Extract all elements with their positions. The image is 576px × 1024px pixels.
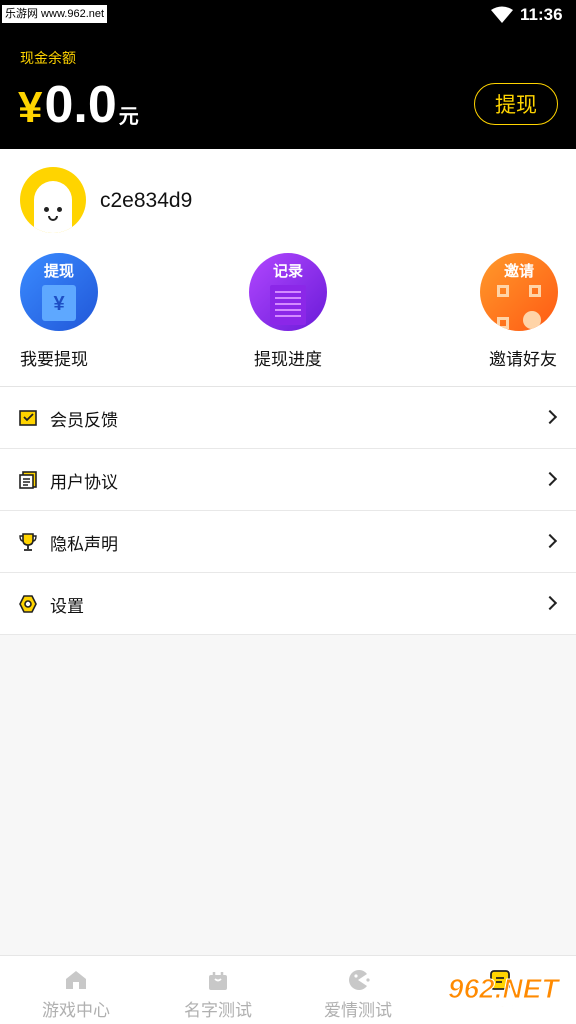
- pacman-icon: [349, 970, 370, 990]
- invite-icon: 邀请: [480, 253, 558, 331]
- clock: 11:36: [520, 5, 563, 24]
- menu-label: 用户协议: [50, 473, 118, 492]
- qr-code-icon: [497, 285, 541, 329]
- chevron-right-icon: [542, 471, 558, 487]
- bag-icon: [209, 972, 227, 990]
- wifi-icon: [491, 6, 513, 23]
- chevron-right-icon: [542, 595, 558, 611]
- action-label: 提现进度: [254, 350, 322, 369]
- withdraw-button[interactable]: 提现: [474, 83, 558, 125]
- watermark-big-text: 962.NET: [448, 973, 561, 1004]
- card-icon: ¥: [42, 285, 76, 321]
- action-badge: 提现: [43, 263, 74, 280]
- menu-item-feedback[interactable]: 会员反馈: [0, 387, 576, 449]
- withdraw-icon: 提现 ¥: [20, 253, 98, 331]
- action-badge: 记录: [272, 263, 303, 280]
- menu-label: 隐私声明: [50, 535, 118, 554]
- action-badge: 邀请: [503, 263, 534, 280]
- profile-panel: c2e834d9 提现 ¥ 我要提现 记录 提现进度 邀请 邀请好友: [0, 149, 576, 386]
- action-label: 邀请好友: [489, 350, 557, 369]
- tab-name-test[interactable]: 名字测试: [146, 956, 290, 1024]
- home-icon: [66, 971, 86, 989]
- feedback-icon: [19, 410, 37, 426]
- menu-item-agreement[interactable]: 用户协议: [0, 449, 576, 511]
- watermark-label: 乐游网 www.962.net: [2, 5, 108, 23]
- settings-icon: [19, 595, 37, 613]
- action-withdraw[interactable]: 提现 ¥ 我要提现: [20, 253, 130, 369]
- ghost-icon: [34, 181, 72, 233]
- record-icon: 记录: [249, 253, 327, 331]
- menu-label: 设置: [50, 597, 84, 616]
- balance-label: 现金余额: [20, 50, 76, 66]
- site-watermark: 962.NET 乐游网: [448, 973, 562, 1021]
- yen-glyph: ¥: [53, 293, 65, 315]
- watermark-small-text: 乐游网: [494, 1002, 542, 1020]
- currency-symbol: ¥: [18, 83, 43, 132]
- tab-love-test[interactable]: 爱情测试: [286, 956, 430, 1024]
- tab-label: 爱情测试: [324, 1001, 392, 1020]
- menu-label: 会员反馈: [50, 411, 118, 430]
- action-label: 我要提现: [20, 350, 88, 369]
- balance-value: ¥ 0.0 元: [18, 76, 139, 132]
- menu-item-privacy[interactable]: 隐私声明: [0, 511, 576, 573]
- document-icon: [270, 285, 306, 325]
- action-progress[interactable]: 记录 提现进度: [249, 253, 359, 369]
- tab-label: 名字测试: [184, 1001, 252, 1020]
- settings-menu: 会员反馈 用户协议 隐私声明 设置: [0, 386, 576, 635]
- tab-label: 游戏中心: [42, 1001, 110, 1020]
- action-invite[interactable]: 邀请 邀请好友: [466, 253, 576, 369]
- avatar[interactable]: [20, 167, 86, 233]
- balance-header: 乐游网 www.962.net 11:36 现金余额 ¥ 0.0 元 提现: [0, 0, 576, 149]
- trophy-icon: [19, 533, 37, 551]
- menu-item-settings[interactable]: 设置: [0, 573, 576, 635]
- balance-unit: 元: [118, 106, 139, 128]
- status-bar: 乐游网 www.962.net 11:36: [0, 0, 576, 30]
- document-icon: [19, 471, 37, 489]
- chevron-right-icon: [542, 409, 558, 425]
- tab-game-center[interactable]: 游戏中心: [4, 956, 148, 1024]
- balance-amount: 0.0: [44, 76, 117, 134]
- user-id: c2e834d9: [100, 189, 193, 212]
- chevron-right-icon: [542, 533, 558, 549]
